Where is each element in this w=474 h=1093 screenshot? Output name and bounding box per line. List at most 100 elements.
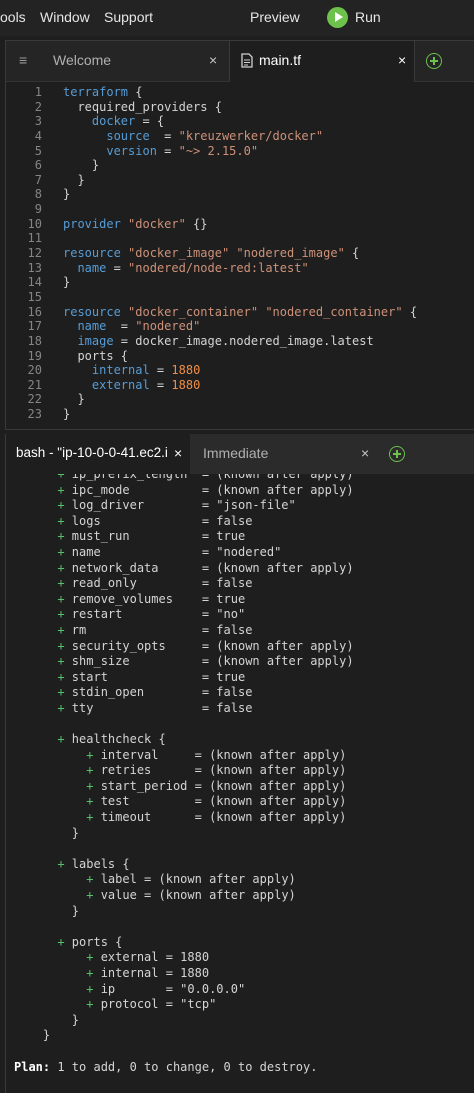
close-icon[interactable]: × [398, 52, 406, 68]
line-number: 2 [34, 99, 42, 114]
terminal-output[interactable]: + ip_prefix_length = (known after apply)… [6, 474, 474, 1093]
code-line: 23} [6, 407, 474, 422]
terminal-line: + tty = false [14, 700, 253, 715]
code-line: 7 } [6, 173, 474, 188]
code-line: 11 [6, 231, 474, 246]
tab-bash-label: bash - "ip-10-0-0-41.ec2.i [16, 445, 168, 460]
line-number: 21 [27, 377, 42, 392]
code-line: 10 provider "docker" {} [6, 217, 474, 232]
code-line: 22 } [6, 392, 474, 407]
terminal-line: + retries = (known after apply) [14, 763, 347, 778]
code-text: } [63, 158, 100, 173]
terminal-pane: bash - "ip-10-0-0-41.ec2.i × Immediate ×… [5, 434, 474, 1093]
close-icon[interactable]: × [361, 445, 369, 461]
line-number: 23 [27, 407, 42, 422]
terminal-line: + logs = false [14, 513, 253, 528]
code-editor[interactable]: 1 terraform {2 required_providers {3 dock… [6, 85, 474, 422]
terminal-line: + start = true [14, 669, 246, 684]
line-number: 12 [27, 246, 42, 261]
line-number: 7 [34, 172, 42, 187]
line-number: 20 [27, 363, 42, 378]
code-line: 19 ports { [6, 349, 474, 364]
tab-immediate[interactable]: Immediate × [190, 434, 380, 474]
code-line: 18 image = docker_image.nodered_image.la… [6, 334, 474, 349]
code-line: 20 internal = 1880 [6, 363, 474, 378]
file-icon [241, 53, 253, 68]
code-text: name = "nodered" [63, 319, 201, 334]
line-number: 13 [27, 260, 42, 275]
code-text: docker = { [63, 114, 165, 129]
preview-button[interactable]: Preview [250, 9, 300, 25]
code-line: 13 name = "nodered/node-red:latest" [6, 261, 474, 276]
tab-immediate-label: Immediate [203, 445, 269, 461]
terminal-line: + shm_size = (known after apply) [14, 654, 354, 669]
tab-bash[interactable]: bash - "ip-10-0-0-41.ec2.i × [6, 434, 190, 474]
terminal-line: } [14, 825, 80, 840]
line-number: 6 [34, 158, 42, 173]
code-text: image = docker_image.nodered_image.lates… [63, 333, 374, 348]
menu-tools[interactable]: ools [0, 9, 26, 25]
code-line: 9 [6, 202, 474, 217]
code-text: name = "nodered/node-red:latest" [63, 260, 309, 275]
terminal-line: + read_only = false [14, 576, 253, 591]
line-number: 19 [27, 348, 42, 363]
line-number: 9 [34, 202, 42, 217]
menu-bar: ools Window Support Preview Run [0, 0, 474, 36]
code-text: } [63, 392, 85, 407]
terminal-tab-bar: bash - "ip-10-0-0-41.ec2.i × Immediate × [6, 434, 474, 474]
terminal-line: } [14, 1012, 80, 1027]
code-text: resource "docker_image" "nodered_image" … [63, 246, 360, 261]
code-text: internal = 1880 [63, 363, 201, 378]
menu-support[interactable]: Support [104, 9, 153, 25]
tab-main-tf[interactable]: main.tf × [229, 41, 415, 82]
terminal-line: + security_opts = (known after apply) [14, 638, 354, 653]
code-line: 6 } [6, 158, 474, 173]
terminal-line: + log_driver = "json-file" [14, 498, 296, 513]
code-line: 1 terraform { [6, 85, 474, 100]
add-terminal-icon[interactable] [389, 446, 405, 462]
code-text: } [63, 172, 85, 187]
code-text: source = "kreuzwerker/docker" [63, 128, 324, 143]
code-text: version = "~> 2.15.0" [63, 143, 259, 158]
editor-pane: ≡ Welcome × main.tf × 1 terraform {2 requ… [5, 40, 474, 430]
tab-welcome[interactable]: ≡ Welcome × [6, 41, 229, 81]
terminal-line: + test = (known after apply) [14, 794, 347, 809]
terminal-line: + timeout = (known after apply) [14, 810, 347, 825]
code-line: 3 docker = { [6, 114, 474, 129]
line-number: 16 [27, 304, 42, 319]
terminal-line: + protocol = "tcp" [14, 997, 217, 1012]
terminal-line: + internal = 1880 [14, 966, 210, 980]
terminal-line: + stdin_open = false [14, 685, 253, 700]
code-text: external = 1880 [63, 377, 201, 392]
code-line: 12 resource "docker_image" "nodered_image… [6, 246, 474, 261]
close-icon[interactable]: × [174, 445, 182, 461]
code-text: provider "docker" {} [63, 216, 208, 231]
code-text: } [63, 407, 71, 422]
code-line: 16 resource "docker_container" "nodered_c… [6, 305, 474, 320]
code-line: 21 external = 1880 [6, 378, 474, 393]
terminal-line: + value = (known after apply) [14, 888, 296, 903]
code-text: } [63, 275, 71, 290]
terminal-line: + healthcheck { [14, 732, 166, 747]
run-icon[interactable] [327, 7, 348, 28]
terminal-line: + ports { [14, 934, 123, 949]
line-number: 1 [34, 85, 42, 99]
line-number: 10 [27, 216, 42, 231]
terminal-line: + ip_prefix_length = (known after apply) [14, 474, 354, 481]
terminal-line: + ip = "0.0.0.0" [14, 981, 246, 996]
menu-window[interactable]: Window [40, 9, 90, 25]
menu-icon[interactable]: ≡ [19, 52, 27, 68]
code-line: 5 version = "~> 2.15.0" [6, 144, 474, 159]
line-number: 14 [27, 275, 42, 290]
close-icon[interactable]: × [209, 52, 217, 68]
code-text: ports { [63, 348, 129, 363]
terminal-line: Plan: 1 to add, 0 to change, 0 to destro… [14, 1059, 318, 1074]
run-button[interactable]: Run [355, 9, 381, 25]
code-line: 8} [6, 187, 474, 202]
add-tab-icon[interactable] [426, 53, 442, 69]
terminal-line: + start_period = (known after apply) [14, 778, 347, 793]
